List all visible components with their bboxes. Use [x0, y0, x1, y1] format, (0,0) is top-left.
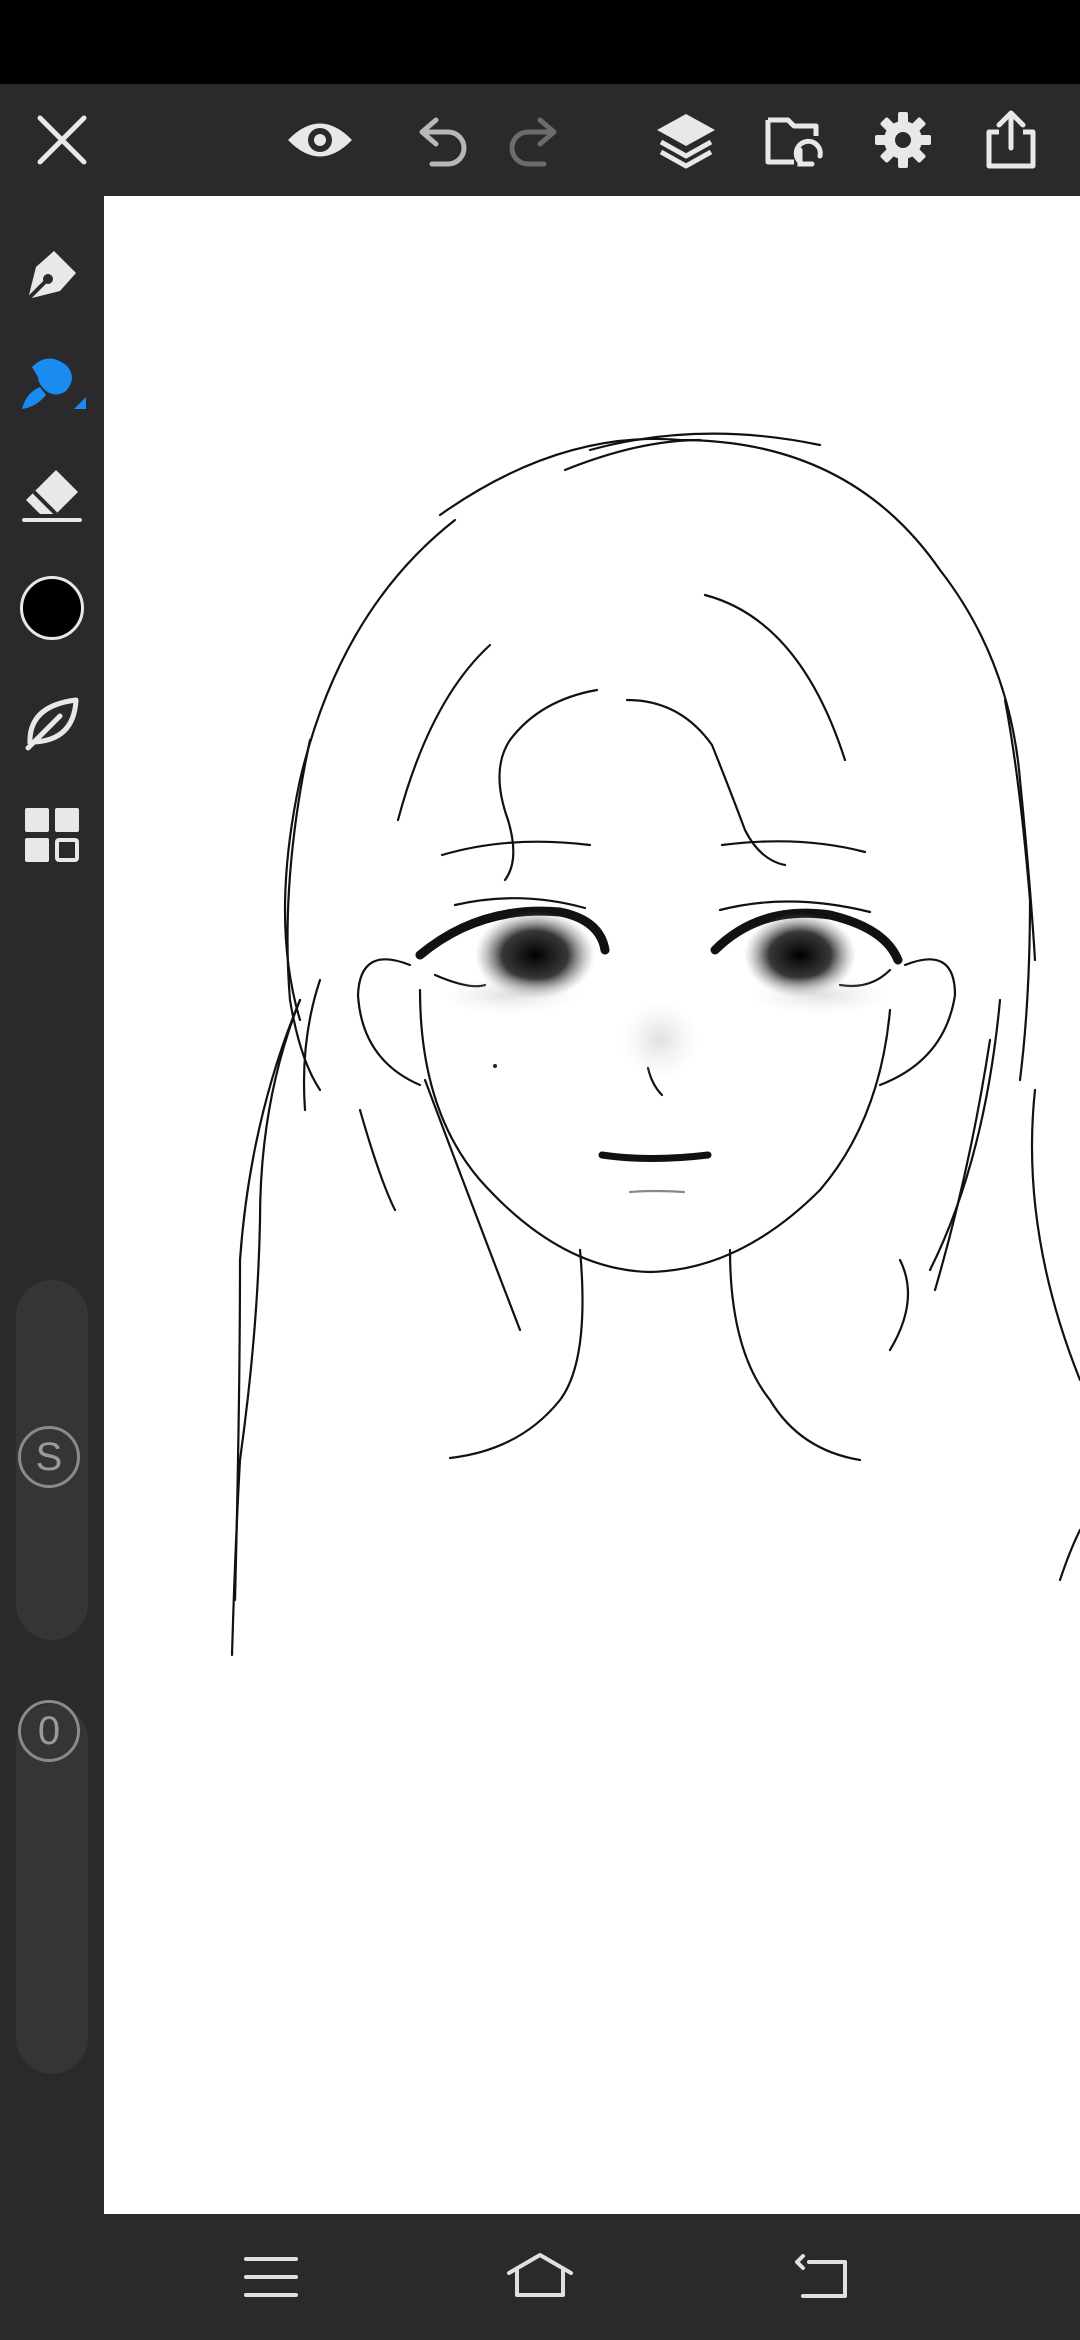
layers-button[interactable] — [636, 84, 736, 196]
eraser-tool-icon — [22, 470, 82, 522]
eraser-tool-button[interactable] — [0, 446, 104, 546]
back-icon — [795, 2254, 847, 2298]
material-leaf-icon — [25, 697, 79, 751]
left-toolbar: S 0 — [0, 196, 104, 2214]
brush-size-slider[interactable]: S — [16, 1280, 88, 1640]
brush-opacity-slider[interactable]: 0 — [16, 1700, 88, 2074]
home-icon — [507, 2253, 573, 2297]
gear-icon — [875, 112, 931, 168]
sketch-artwork — [230, 432, 1080, 1657]
pen-tool-button[interactable] — [0, 225, 104, 325]
layers-icon — [657, 114, 715, 169]
brush-size-knob[interactable]: S — [18, 1426, 80, 1488]
undo-button[interactable] — [390, 84, 490, 196]
home-button[interactable] — [470, 2214, 610, 2340]
preview-button[interactable] — [270, 84, 370, 196]
close-button[interactable] — [12, 84, 112, 196]
back-button[interactable] — [753, 2214, 893, 2340]
recent-apps-button[interactable] — [201, 2214, 341, 2340]
eye-icon — [288, 123, 352, 157]
pen-tool-icon — [26, 251, 76, 301]
grid-layout-icon — [25, 808, 79, 862]
drawing-canvas[interactable] — [104, 196, 1080, 2214]
menu-icon — [244, 2257, 298, 2297]
system-nav-bar — [0, 2214, 1080, 2340]
material-button[interactable] — [0, 672, 104, 772]
import-image-icon — [765, 117, 823, 167]
import-image-button[interactable] — [745, 84, 845, 196]
color-picker-button[interactable] — [0, 558, 104, 658]
undo-icon — [419, 117, 467, 167]
share-button[interactable] — [961, 84, 1061, 196]
close-icon — [37, 115, 87, 165]
share-icon — [986, 110, 1036, 169]
status-bar — [0, 0, 1080, 84]
brush-opacity-knob[interactable]: 0 — [18, 1700, 80, 1762]
settings-button[interactable] — [853, 84, 953, 196]
brush-tool-icon — [22, 358, 86, 409]
current-color-swatch — [20, 576, 84, 640]
opacity-slider-label: 0 — [37, 1708, 61, 1753]
size-slider-label: S — [35, 1434, 63, 1479]
layout-menu-button[interactable] — [0, 785, 104, 885]
redo-button[interactable] — [486, 84, 586, 196]
brush-tool-button[interactable] — [0, 336, 104, 436]
top-toolbar — [0, 84, 1080, 196]
redo-icon — [509, 117, 557, 167]
